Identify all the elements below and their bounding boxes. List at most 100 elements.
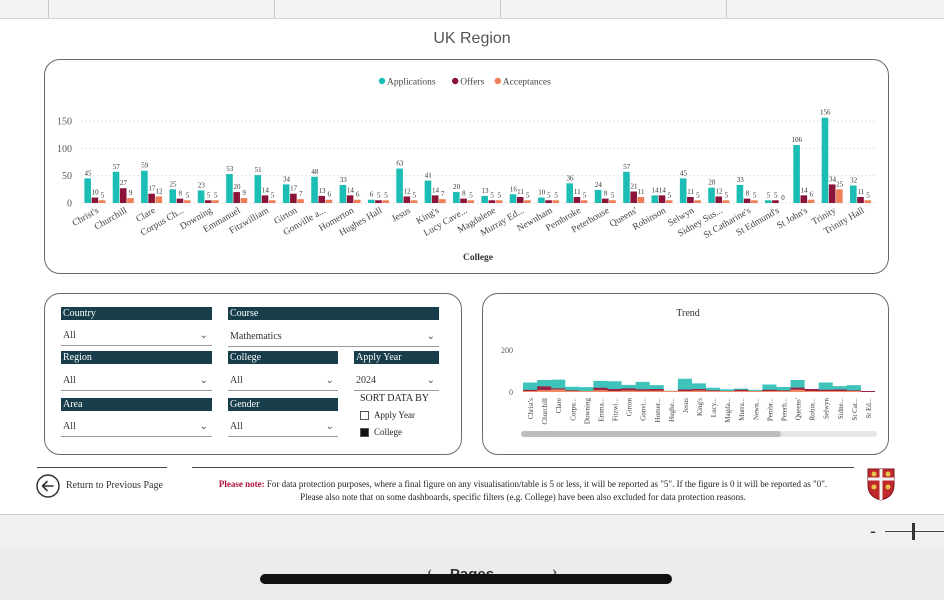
region-dropdown[interactable]: All ⌄ — [61, 371, 212, 391]
bar-acceptances[interactable] — [353, 199, 361, 203]
bar-acceptances[interactable] — [183, 200, 191, 203]
zoom-out-button[interactable]: - — [870, 521, 876, 542]
bar-acceptances[interactable] — [268, 200, 276, 203]
bar-offers[interactable] — [602, 198, 609, 203]
bar-applications[interactable] — [821, 117, 829, 203]
bar-offers[interactable] — [119, 188, 127, 203]
bar-acceptances[interactable] — [325, 199, 333, 203]
bar-applications[interactable] — [509, 194, 517, 203]
college-bar-chart-card[interactable]: Applications Offers Acceptances 0 50 100 150 45… — [44, 59, 889, 274]
bar-applications[interactable] — [708, 187, 715, 203]
bar-offers[interactable] — [431, 195, 439, 203]
bar-offers[interactable] — [91, 197, 99, 203]
bar-applications[interactable] — [538, 197, 545, 203]
bar-offers[interactable] — [375, 200, 382, 203]
bar-offers[interactable] — [148, 193, 155, 203]
bar-applications[interactable] — [141, 170, 148, 203]
bar-applications[interactable] — [679, 178, 687, 203]
course-dropdown[interactable]: Mathematics ⌄ — [228, 327, 439, 347]
bar-offers[interactable] — [205, 200, 212, 203]
data-label: 6 — [370, 191, 374, 199]
bar-offers[interactable] — [460, 198, 467, 203]
bar-applications[interactable] — [339, 184, 347, 203]
bar-applications[interactable] — [311, 176, 318, 203]
bar-applications[interactable] — [850, 185, 857, 203]
bar-acceptances[interactable] — [665, 200, 673, 203]
bar-acceptances[interactable] — [297, 199, 304, 203]
bar-offers[interactable] — [800, 195, 808, 203]
sort-apply-year-checkbox[interactable] — [360, 411, 369, 420]
trend-chart-card[interactable]: Trend 200 0 Christ's Churchill Clare Corpu... D… — [482, 293, 889, 455]
bar-acceptances[interactable] — [609, 200, 616, 203]
bar-offers[interactable] — [857, 196, 864, 203]
bar-acceptances[interactable] — [552, 200, 560, 203]
zoom-slider-handle[interactable] — [912, 523, 915, 540]
bar-applications[interactable] — [481, 195, 488, 203]
bar-applications[interactable] — [396, 168, 403, 203]
bar-applications[interactable] — [623, 171, 630, 203]
bar-offers[interactable] — [630, 191, 637, 203]
bar-applications[interactable] — [254, 175, 262, 203]
bar-acceptances[interactable] — [864, 200, 872, 203]
bar-offers[interactable] — [176, 198, 184, 203]
bar-acceptances[interactable] — [382, 200, 389, 203]
bar-offers[interactable] — [233, 192, 240, 203]
bar-acceptances[interactable] — [240, 198, 248, 203]
bar-offers[interactable] — [488, 200, 496, 203]
bar-offers[interactable] — [573, 196, 581, 203]
bar-applications[interactable] — [84, 178, 91, 203]
bar-offers[interactable] — [743, 198, 751, 203]
bar-applications[interactable] — [566, 183, 574, 203]
bar-applications[interactable] — [226, 174, 233, 203]
bar-applications[interactable] — [169, 189, 177, 203]
bar-acceptances[interactable] — [580, 200, 588, 203]
bar-acceptances[interactable] — [127, 198, 134, 203]
bar-applications[interactable] — [367, 199, 375, 203]
bar-acceptances[interactable] — [524, 200, 531, 203]
bar-acceptances[interactable] — [467, 200, 475, 203]
bar-offers[interactable] — [715, 196, 723, 203]
bar-applications[interactable] — [282, 184, 290, 203]
bar-offers[interactable] — [290, 193, 297, 203]
bar-acceptances[interactable] — [98, 200, 106, 203]
bar-offers[interactable] — [261, 195, 269, 203]
bar-applications[interactable] — [793, 145, 800, 203]
area-dropdown[interactable]: All ⌄ — [61, 417, 212, 437]
bar-acceptances[interactable] — [836, 189, 843, 203]
bar-offers[interactable] — [403, 196, 411, 203]
bar-applications[interactable] — [453, 192, 460, 203]
sort-college-checkbox[interactable] — [360, 428, 369, 437]
bar-offers[interactable] — [545, 200, 552, 203]
bar-applications[interactable] — [112, 171, 120, 203]
bar-acceptances[interactable] — [410, 200, 418, 203]
bar-applications[interactable] — [197, 190, 205, 203]
data-label: 14 — [432, 186, 440, 194]
bar-acceptances[interactable] — [637, 196, 645, 203]
bar-acceptances[interactable] — [694, 200, 701, 203]
bar-acceptances[interactable] — [750, 200, 758, 203]
bar-offers[interactable] — [687, 196, 694, 203]
bar-acceptances[interactable] — [807, 199, 815, 203]
country-dropdown[interactable]: All ⌄ — [61, 326, 212, 346]
bar-applications[interactable] — [736, 184, 744, 203]
bar-applications[interactable] — [764, 200, 772, 203]
apply-year-dropdown[interactable]: 2024 ⌄ — [354, 371, 439, 391]
bar-offers[interactable] — [658, 195, 666, 203]
bar-acceptances[interactable] — [722, 200, 730, 203]
college-dropdown[interactable]: All ⌄ — [228, 371, 338, 391]
bar-acceptances[interactable] — [495, 200, 503, 203]
gender-dropdown[interactable]: All ⌄ — [228, 417, 338, 437]
bar-applications[interactable] — [651, 195, 659, 203]
bar-acceptances[interactable] — [155, 196, 163, 203]
bar-offers[interactable] — [516, 196, 524, 203]
trend-scrollbar-thumb[interactable] — [521, 431, 781, 437]
bar-offers[interactable] — [318, 195, 326, 203]
bar-offers[interactable] — [828, 184, 836, 203]
bar-offers[interactable] — [772, 200, 779, 203]
bar-acceptances[interactable] — [212, 200, 219, 203]
bar-applications[interactable] — [424, 180, 432, 203]
bar-offers[interactable] — [346, 195, 354, 203]
bar-applications[interactable] — [594, 189, 602, 203]
divider-line — [37, 467, 167, 468]
bar-acceptances[interactable] — [439, 199, 446, 203]
